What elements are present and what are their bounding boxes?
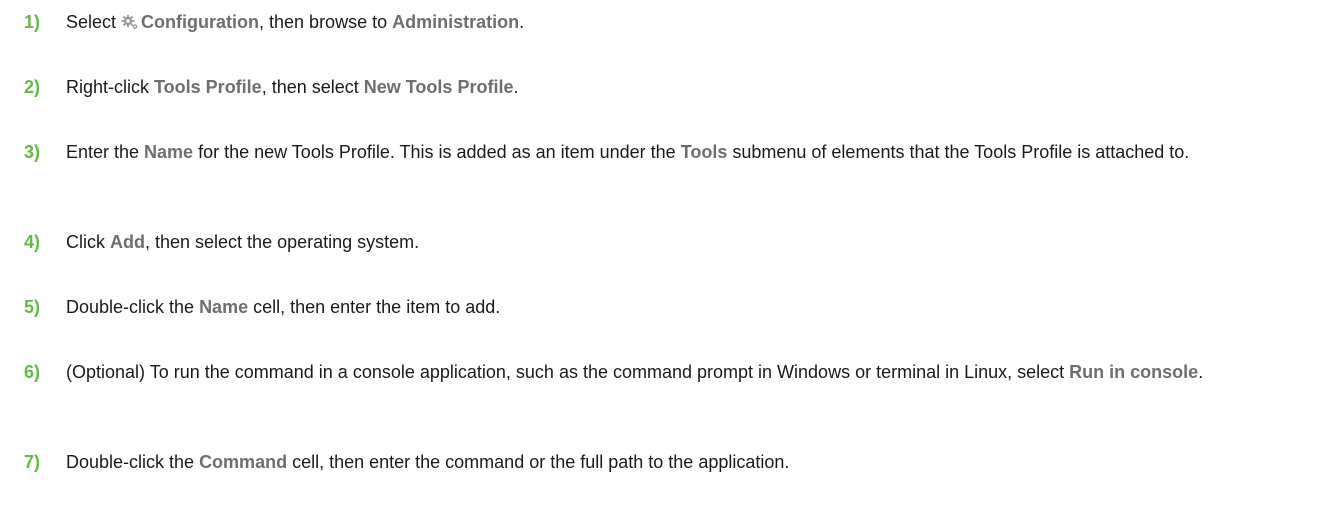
text-segment: for the new Tools Profile. This is added… <box>193 142 681 162</box>
text-segment: (Optional) To run the command in a conso… <box>66 362 1070 382</box>
gear-icon <box>121 13 139 31</box>
ui-term-run-in-console: Run in console <box>1069 362 1199 382</box>
step-text: Select Configuration, then browse to Adm… <box>66 10 1296 35</box>
ui-term-administration: Administration <box>392 12 520 32</box>
step-number: 1) <box>24 12 41 32</box>
step-text: Click Add, then select the operating sys… <box>66 230 1296 255</box>
text-segment: Select <box>66 12 122 32</box>
step-number: 5) <box>24 297 41 317</box>
text-segment: , then select <box>261 77 364 97</box>
step-number: 4) <box>24 232 41 252</box>
ui-term-new-tools-profile: New Tools Profile <box>363 77 514 97</box>
text-segment: submenu of elements that the Tools Profi… <box>727 142 1190 162</box>
text-segment: cell, then enter the item to add. <box>248 297 501 317</box>
ui-term-name: Name <box>144 142 194 162</box>
text-segment: Right-click <box>66 77 155 97</box>
text-segment: , then select the operating system. <box>145 232 420 252</box>
text-segment: cell, then enter the command or the full… <box>287 452 790 472</box>
step-text: Enter the Name for the new Tools Profile… <box>66 140 1296 165</box>
procedure-steps: 1) Select Configuration, then browse to … <box>0 0 1327 525</box>
step-number: 3) <box>24 142 41 162</box>
text-segment: . <box>519 12 525 32</box>
step-text: Double-click the Command cell, then ente… <box>66 450 1296 475</box>
step-number: 6) <box>24 362 41 382</box>
text-segment: . <box>513 77 519 97</box>
text-segment: , then browse to <box>259 12 393 32</box>
ui-term-configuration: Configuration <box>141 12 260 32</box>
text-segment: Enter the <box>66 142 145 162</box>
step-text: Double-click the Name cell, then enter t… <box>66 295 1296 320</box>
ui-term-tools-profile: Tools Profile <box>154 77 262 97</box>
ui-term-add: Add <box>110 232 145 252</box>
step-text: Right-click Tools Profile, then select N… <box>66 75 1296 100</box>
text-segment: Double-click the <box>66 297 200 317</box>
step-number: 7) <box>24 452 41 472</box>
text-segment: . <box>1198 362 1204 382</box>
ui-term-command: Command <box>199 452 288 472</box>
ui-term-name: Name <box>199 297 249 317</box>
text-segment: Double-click the <box>66 452 200 472</box>
ui-term-tools: Tools <box>680 142 728 162</box>
step-number: 2) <box>24 77 41 97</box>
text-segment: Click <box>66 232 110 252</box>
step-text: (Optional) To run the command in a conso… <box>66 360 1296 385</box>
